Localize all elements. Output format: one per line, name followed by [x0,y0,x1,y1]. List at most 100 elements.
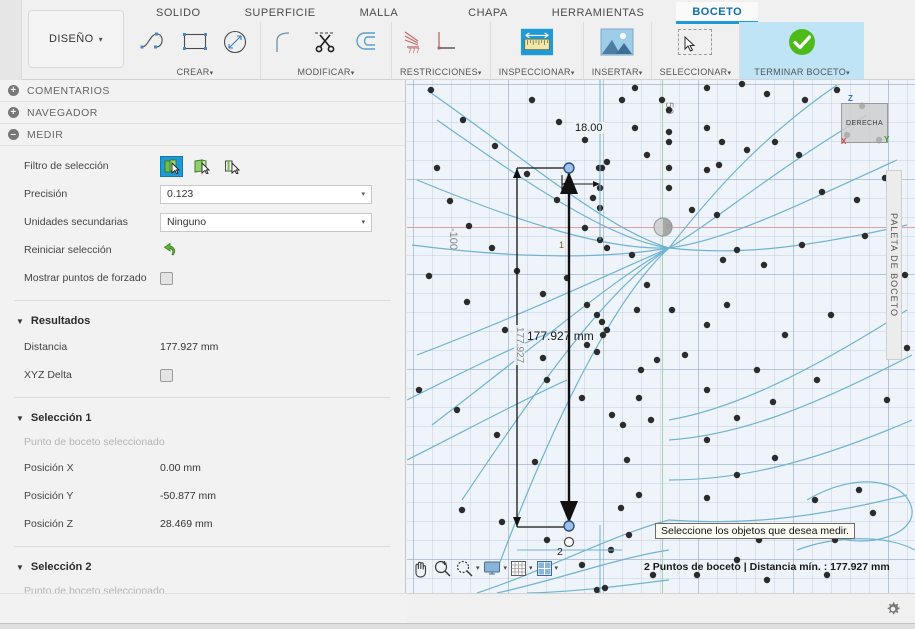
tab-malla[interactable]: MALLA [344,2,415,24]
section-seleccion-2-label: Selección 2 [30,561,92,573]
display-settings-icon[interactable]: ▾ [483,560,508,577]
tab-herramientas[interactable]: HERRAMIENTAS [536,2,661,24]
chevron-down-icon: ▾ [529,565,533,572]
filter-body-icon[interactable] [160,155,183,177]
offset-icon[interactable] [349,25,383,59]
tab-solido[interactable]: SOLIDO [140,2,217,24]
seleccion1-posicion-z-label: Posición Z [24,518,74,530]
tab-malla-label: MALLA [359,7,399,19]
sketch-palette-tab[interactable]: PALETA DE BOCETO [886,170,902,360]
section-seleccion-1[interactable]: ▼ Selección 1 [0,406,405,430]
filter-button-group [160,155,243,177]
zoom-in-icon[interactable] [433,559,452,578]
fusion360-window: DISEÑO ▾ SOLIDO SUPERFICIE MALLA CHAPA H… [0,0,915,629]
ribbon-group-seleccionar-label[interactable]: SELECCIONAR▾ [660,65,732,79]
fillet-icon[interactable] [269,25,303,59]
svg-text:777: 777 [408,48,420,55]
ribbon-group-terminar-boceto-label[interactable]: TERMINAR BOCETO▾ [754,65,850,79]
dimension-18-label[interactable]: 18.00 [573,122,605,134]
chevron-down-icon: ▾ [350,70,355,77]
chevron-down-icon: ▾ [503,565,508,572]
tab-chapa-label: CHAPA [468,7,508,19]
accordion-comentarios[interactable]: + COMENTARIOS [0,80,405,102]
insert-image-icon[interactable] [600,25,634,59]
design-workspace-button[interactable]: DISEÑO ▾ [28,10,124,68]
origin-marker-icon[interactable] [652,216,674,238]
trim-scissors-icon[interactable] [309,25,343,59]
row-unidades-secundarias: Unidades secundarias Ninguno ▾ [0,208,405,236]
filtro-seleccion-label: Filtro de selección [24,160,109,172]
window-footer-strip [0,623,915,629]
accordion-medir[interactable]: – MEDIR [0,124,405,146]
seleccion1-posicion-x-label: Posición X [24,462,74,474]
mostrar-puntos-forzado-checkbox[interactable] [160,271,173,285]
mostrar-puntos-forzado-label: Mostrar puntos de forzado [24,272,147,284]
ribbon-group-insertar: INSERTAR▾ [584,22,652,79]
tab-superficie[interactable]: SUPERFICIE [229,2,332,24]
seleccion1-posicion-z-value: 28.469 mm [160,518,213,530]
viewcube[interactable]: DERECHA [841,103,888,143]
section-resultados[interactable]: ▼ Resultados [0,309,405,333]
xyz-delta-checkbox[interactable] [160,368,173,382]
ribbon-group-insertar-label[interactable]: INSERTAR▾ [592,65,643,79]
rectangle-icon[interactable] [178,25,212,59]
axis-label-x: X [841,137,847,146]
tab-chapa[interactable]: CHAPA [452,2,524,24]
finish-sketch-check-icon[interactable] [785,25,819,59]
row-xyz-delta: XYZ Delta [0,361,405,389]
sketch-geometry [407,80,915,593]
unidades-secundarias-select[interactable]: Ninguno ▾ [160,212,372,232]
chevron-down-icon: ▾ [727,70,732,77]
precision-label: Precisión [24,188,68,200]
filter-face-icon[interactable] [190,156,213,177]
tab-boceto[interactable]: BOCETO [676,2,759,24]
viewcube-face-label: DERECHA [845,119,884,127]
chevron-down-icon: ▾ [476,565,480,572]
tangent-constraint-icon[interactable]: 777 [400,25,426,59]
accordion-navegador[interactable]: + NAVEGADOR [0,102,405,124]
perpendicular-constraint-icon[interactable] [432,25,458,59]
filter-edge-icon[interactable] [220,156,243,177]
spline-icon[interactable] [138,25,172,59]
selected-point-1 [563,162,575,174]
tab-solido-label: SOLIDO [156,7,201,19]
seleccion-1-hint: Punto de boceto seleccionado [24,436,165,448]
axis-label-y: Y [884,135,890,144]
seleccion1-posicion-y-value: -50.877 mm [160,490,217,502]
undo-arrow-icon[interactable] [160,242,178,258]
measure-icon[interactable] [520,25,554,59]
chevron-down-icon: ▾ [209,70,214,77]
xyz-delta-label: XYZ Delta [24,369,72,381]
chevron-down-icon: ▾ [477,70,482,77]
chevron-down-icon: ▾ [98,34,103,44]
circle-diameter-icon[interactable] [218,25,252,59]
ribbon-group-terminar-boceto: TERMINAR BOCETO▾ [740,22,864,79]
divider [14,397,391,398]
viewports-icon[interactable]: ▾ [536,560,558,577]
sketch-palette-tab-label: PALETA DE BOCETO [889,212,899,318]
chevron-down-icon: ▾ [846,70,850,77]
ribbon-group-inspeccionar-label[interactable]: INSPECCIONAR▾ [499,65,575,79]
ribbon-group-crear-label[interactable]: CREAR▾ [138,65,252,79]
dimension-177927-rotated-label[interactable]: 177.927 [514,325,525,366]
section-seleccion-2[interactable]: ▼ Selección 2 [0,555,405,579]
pan-hand-icon[interactable] [411,559,430,578]
settings-gear-icon[interactable] [885,601,901,622]
sketch-canvas[interactable]: 50 -100 [407,80,915,593]
bottom-status-bar [407,593,915,623]
unidades-secundarias-value: Ninguno [167,216,207,228]
chevron-down-icon: ▾ [638,70,643,77]
ribbon-groups: CREAR▾ MODIFICAR▾ 777 RESTRICCIONES▾ INS… [130,22,864,79]
ribbon-group-restricciones-label[interactable]: RESTRICCIONES▾ [400,65,482,79]
seleccion1-posicion-x-value: 0.00 mm [160,462,201,474]
zoom-window-icon[interactable]: ▾ [455,559,480,578]
grid-snap-icon[interactable]: ▾ [510,560,533,577]
chevron-down-icon: ▼ [16,562,24,572]
ribbon-group-modificar-label[interactable]: MODIFICAR▾ [269,65,383,79]
precision-select[interactable]: 0.123 ▾ [160,184,372,204]
divider [14,300,391,301]
ribbon-group-crear: CREAR▾ [130,22,261,79]
axis-label-z: Z [848,94,853,103]
tab-boceto-label: BOCETO [692,5,743,18]
divider [14,546,391,547]
